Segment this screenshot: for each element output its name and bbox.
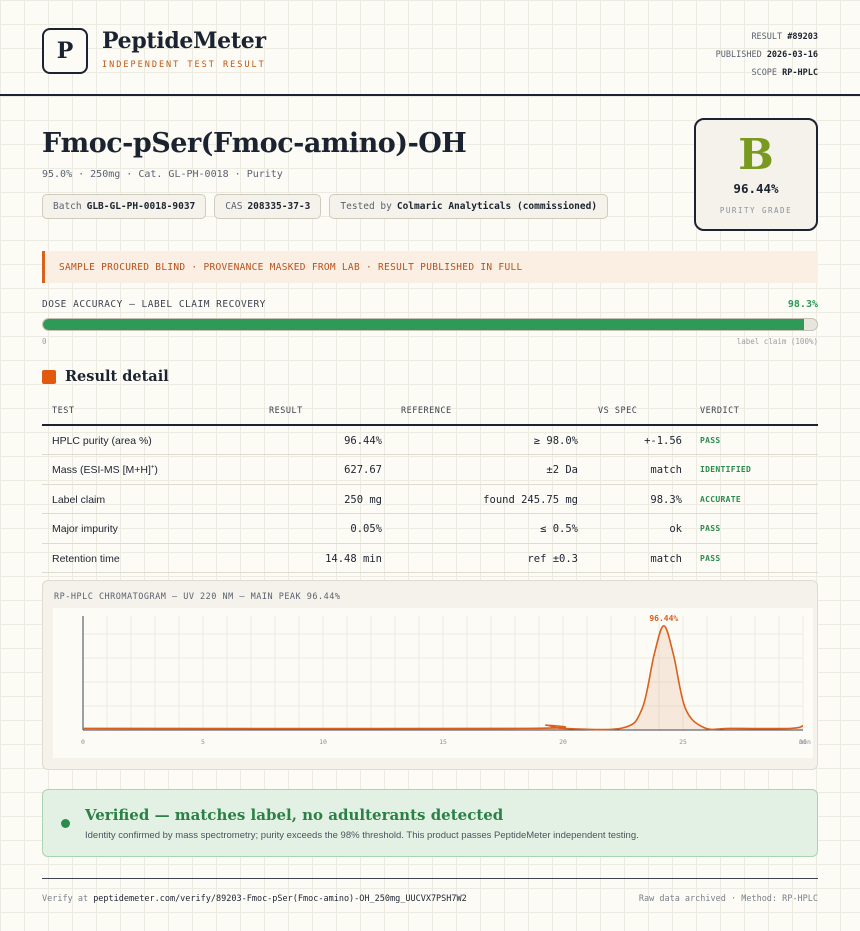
chromatogram-title: RP-HPLC CHROMATOGRAM — UV 220 NM — MAIN …: [54, 592, 341, 602]
verified-title: Verified — matches label, no adulterants…: [85, 806, 504, 824]
brand-name: PeptideMeter: [102, 28, 266, 54]
cell-test: Major impurity: [52, 523, 118, 536]
table-row: Retention time 14.48 min ref ±0.3 match …: [42, 544, 818, 573]
cell-verdict: IDENTIFIED: [700, 465, 752, 475]
header-verdict: VERDICT: [700, 406, 740, 416]
cell-vs-spec: +-1.56: [644, 435, 682, 447]
cell-result: 96.44%: [344, 435, 382, 447]
cell-test-end: ): [154, 464, 158, 477]
chromatogram-chart: 96.44%0 5 10 15 20 25 30min: [53, 608, 813, 758]
chart-x-tick-label: 5: [201, 738, 205, 746]
product-subline: 95.0% · 250mg · Cat. GL-PH-0018 · Purity: [42, 169, 283, 180]
tested-label: Tested by: [340, 201, 392, 212]
cell-result: 0.05%: [350, 523, 382, 536]
header-vs-spec: VS SPEC: [598, 406, 638, 416]
chart-x-tick-label: 15: [439, 738, 447, 746]
dose-min-label: 0: [42, 337, 47, 346]
table-header: TEST RESULT REFERENCE VS SPEC VERDICT: [42, 398, 818, 426]
chart-plot-background: [53, 608, 813, 758]
cell-test: Mass (ESI-MS [M+H]+): [52, 464, 158, 476]
section-marker: [42, 370, 56, 384]
verify-prefix: Verify at: [42, 894, 89, 904]
cell-test-text: Mass (ESI-MS [M+H]: [52, 464, 151, 477]
dose-value: 98.3%: [787, 299, 818, 310]
header-result: RESULT: [269, 406, 303, 416]
verify-line: Verify at peptidemeter.com/verify/89203-…: [42, 894, 467, 904]
chart-x-tick-label: 25: [679, 738, 687, 746]
chart-x-tick-label: 20: [559, 738, 567, 746]
scope-value: RP-HPLC: [782, 68, 818, 78]
cell-vs-spec: match: [650, 464, 682, 477]
page-header: P PeptideMeter INDEPENDENT TEST RESULT R…: [0, 0, 860, 96]
chart-x-tick-label: 10: [319, 738, 327, 746]
cas-value: 208335-37-3: [247, 201, 311, 212]
cell-reference: ≥ 98.0%: [533, 435, 578, 447]
grade-value: 96.44%: [733, 181, 779, 196]
dose-max-label: label claim (100%): [736, 337, 818, 346]
tested-value: Colmaric Analyticals (commissioned): [396, 201, 598, 212]
batch-chip: Batch GLB-GL-PH-0018-9037: [42, 194, 207, 219]
header-test: TEST: [52, 406, 75, 416]
verified-banner: Verified — matches label, no adulterants…: [42, 789, 818, 857]
result-label: RESULT: [751, 32, 783, 42]
cell-reference: ref ±0.3: [527, 552, 578, 565]
product-chips: Batch GLB-GL-PH-0018-9037 CAS 208335-37-3 …: [42, 194, 609, 219]
chromatogram-card: RP-HPLC CHROMATOGRAM — UV 220 NM — MAIN …: [42, 580, 818, 770]
cas-chip: CAS 208335-37-3: [214, 194, 322, 219]
header-reference: REFERENCE: [401, 406, 452, 416]
cell-reference: found 245.75 mg: [483, 493, 578, 506]
cell-verdict: PASS: [700, 553, 721, 563]
verified-status-icon: [61, 819, 70, 828]
cell-result: 250 mg: [344, 493, 382, 506]
table-row: Major impurity 0.05% ≤ 0.5% ok PASS: [42, 514, 818, 544]
cell-verdict: PASS: [700, 436, 721, 445]
cell-reference: ±2 Da: [546, 464, 578, 477]
cell-test: Retention time: [52, 552, 120, 565]
chart-peak-label: 96.44%: [649, 614, 678, 623]
logo: P: [42, 28, 88, 74]
dose-progress-fill: [43, 319, 804, 330]
scope-label: SCOPE: [751, 68, 778, 78]
logo-letter: P: [56, 38, 74, 64]
cas-label: CAS: [225, 201, 243, 212]
table-row: Mass (ESI-MS [M+H]+) 627.67 ±2 Da match …: [42, 455, 818, 485]
cell-test: Label claim: [52, 493, 106, 506]
published-date: 2026-03-16: [766, 50, 818, 60]
product-title: Fmoc-pSer(Fmoc-amino)-OH: [42, 128, 467, 159]
dose-label: DOSE ACCURACY — LABEL CLAIM RECOVERY: [42, 299, 266, 310]
brand-subtitle: INDEPENDENT TEST RESULT: [102, 60, 266, 70]
result-meta: RESULT #89203 PUBLISHED 2026-03-16 SCOPE…: [716, 28, 818, 82]
chart-x-unit-label: min: [799, 738, 811, 746]
tested-by-chip: Tested by Colmaric Analyticals (commissio…: [329, 194, 609, 219]
dose-progress-bar: [42, 318, 818, 331]
cell-vs-spec: match: [650, 552, 682, 565]
table-row: HPLC purity (area %) 96.44% ≥ 98.0% +-1.…: [42, 426, 818, 456]
cell-result: 14.48 min: [325, 552, 382, 565]
cell-reference: ≤ 0.5%: [540, 523, 578, 536]
cell-vs-spec: ok: [669, 523, 682, 536]
result-table: TEST RESULT REFERENCE VS SPEC VERDICT HP…: [42, 398, 818, 573]
cell-verdict: ACCURATE: [700, 494, 741, 504]
blind-notice: SAMPLE PROCURED BLIND · PROVENANCE MASKE…: [42, 251, 818, 283]
grade-label: PURITY GRADE: [719, 206, 793, 215]
batch-label: Batch: [53, 201, 82, 212]
verify-link[interactable]: peptidemeter.com/verify/89203-Fmoc-pSer(…: [93, 894, 467, 904]
grade-letter: B: [738, 130, 774, 179]
footer-method: Raw data archived · Method: RP-HPLC: [638, 894, 818, 904]
chart-x-tick-label: 0: [81, 738, 85, 746]
cell-verdict: PASS: [700, 524, 721, 534]
grade-card: B 96.44% PURITY GRADE: [694, 118, 818, 231]
cell-vs-spec: 98.3%: [650, 493, 682, 506]
published-label: PUBLISHED: [715, 50, 762, 60]
batch-value: GLB-GL-PH-0018-9037: [86, 201, 196, 212]
verified-text: Identity confirmed by mass spectrometry;…: [85, 830, 639, 841]
result-number: #89203: [787, 32, 818, 42]
section-title: Result detail: [65, 368, 169, 385]
table-row: Label claim 250 mg found 245.75 mg 98.3%…: [42, 485, 818, 515]
page-footer: Verify at peptidemeter.com/verify/89203-…: [42, 878, 818, 904]
cell-result: 627.67: [344, 464, 382, 477]
cell-test: HPLC purity (area %): [52, 435, 152, 447]
